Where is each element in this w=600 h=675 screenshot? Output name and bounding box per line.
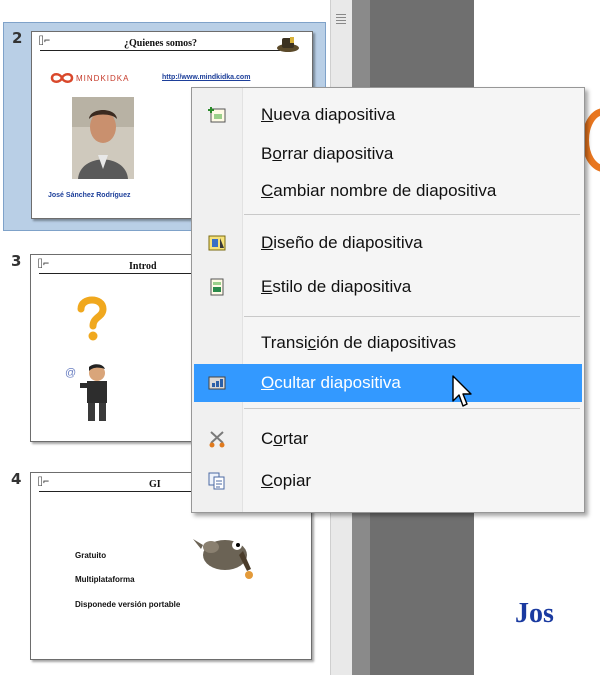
hat-icon [277, 37, 299, 52]
person-photo [72, 97, 134, 179]
person-figure-icon [80, 364, 107, 421]
bullet-item: Disponede versión portable [75, 600, 181, 609]
gimp-mascot-icon [193, 539, 253, 579]
copy-icon [208, 472, 225, 490]
new-slide-icon [208, 107, 226, 123]
context-menu: Nueva diapositiva Borrar diapositiva Cam… [191, 87, 585, 513]
menu-separator [244, 214, 580, 215]
slide-layout-icon [208, 235, 226, 251]
menu-item-cut[interactable]: Cortar [194, 420, 582, 458]
mouse-cursor-icon [452, 375, 472, 407]
bullet-item: Multiplataforma [75, 575, 135, 584]
menu-item-new-slide[interactable]: Nueva diapositiva [194, 96, 582, 134]
slide-number: 3 [11, 252, 22, 270]
slide-style-icon [210, 278, 224, 296]
menu-item-slide-transition[interactable]: Transición de diapositivas [194, 324, 582, 362]
menu-item-hide-slide[interactable]: Ocultar diapositiva [194, 364, 582, 402]
slide-number: 2 [12, 29, 23, 47]
person-caption: José Sánchez Rodríguez [48, 192, 131, 199]
hide-slide-icon [208, 376, 226, 390]
scissors-icon [209, 431, 225, 448]
menu-item-slide-layout[interactable]: Diseño de diapositiva [194, 224, 582, 262]
menu-item-label: Nueva diapositiva [261, 105, 396, 124]
bullet-item: Gratuito [75, 551, 107, 560]
menu-item-label: Cambiar nombre de diapositiva [261, 181, 497, 200]
menu-item-label: Cortar [261, 429, 309, 448]
menu-separator [244, 316, 580, 317]
menu-item-label: Ocultar diapositiva [261, 373, 401, 392]
question-mark-icon [77, 296, 107, 341]
infinity-logo-icon [50, 73, 74, 83]
menu-separator [244, 408, 580, 409]
menu-item-slide-style[interactable]: Estilo de diapositiva [194, 268, 582, 306]
brand-text: MINDKIDKA [76, 74, 130, 83]
slide-logo-icon: ⌷⌐ [37, 259, 50, 270]
menu-item-rename-slide[interactable]: Cambiar nombre de diapositiva [194, 172, 582, 210]
menu-item-delete-slide[interactable]: Borrar diapositiva [194, 135, 582, 173]
scroll-grip-icon[interactable] [336, 14, 346, 26]
slide-title: ¿Quienes somos? [124, 38, 198, 49]
slide-logo-icon: ⌷⌐ [38, 36, 51, 47]
slide-title: GI [149, 479, 161, 490]
at-symbol: @ [65, 367, 77, 379]
menu-item-copy[interactable]: Copiar [194, 462, 582, 500]
title-rule [40, 50, 280, 51]
editor-title-text: Jos [515, 598, 554, 629]
menu-item-label: Estilo de diapositiva [261, 277, 412, 296]
slide-link: http://www.mindkidka.com [162, 74, 251, 81]
menu-item-label: Copiar [261, 471, 312, 490]
slide-number: 4 [11, 470, 22, 488]
menu-item-label: Diseño de diapositiva [261, 233, 423, 252]
menu-item-label: Borrar diapositiva [261, 144, 394, 163]
menu-item-label: Transición de diapositivas [261, 333, 456, 352]
slide-title: Introd [129, 261, 157, 272]
slide-logo-icon: ⌷⌐ [37, 477, 50, 488]
